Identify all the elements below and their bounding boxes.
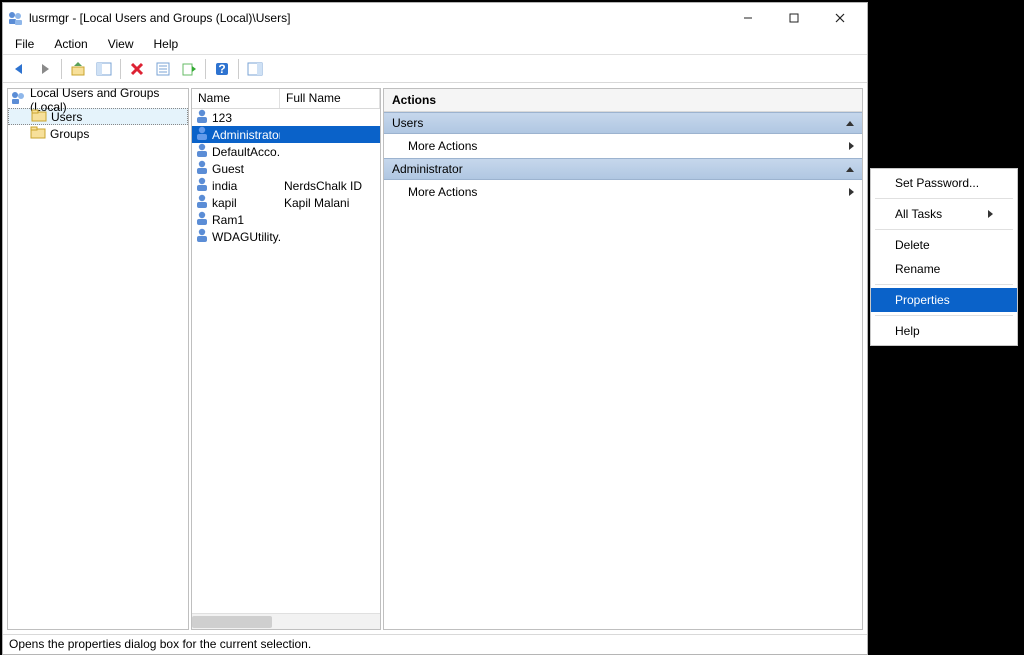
actions-section-administrator[interactable]: Administrator — [384, 158, 862, 180]
ctx-set-password-label: Set Password... — [895, 176, 979, 190]
tree-users-label: Users — [51, 110, 82, 124]
ctx-delete[interactable]: Delete — [871, 233, 1017, 257]
list-row[interactable]: Administrator — [192, 126, 380, 143]
main-window: lusrmgr - [Local Users and Groups (Local… — [2, 2, 868, 655]
collapse-icon — [846, 121, 854, 126]
toolbar-separator — [238, 59, 239, 79]
tree-pane: Local Users and Groups (Local) Users Gro… — [7, 88, 189, 630]
list-pane: Name Full Name 123 Administrator DefaultAc… — [191, 88, 381, 630]
more-actions-label: More Actions — [408, 139, 477, 153]
tree-root[interactable]: Local Users and Groups (Local) — [8, 91, 188, 108]
menubar: File Action View Help — [3, 33, 867, 55]
status-text: Opens the properties dialog box for the … — [9, 637, 311, 651]
user-name-label: Administrator — [212, 128, 280, 142]
titlebar: lusrmgr - [Local Users and Groups (Local… — [3, 3, 867, 33]
ctx-properties-label: Properties — [895, 293, 950, 307]
submenu-icon — [988, 210, 993, 218]
column-header-fullname[interactable]: Full Name — [280, 89, 380, 108]
export-list-button[interactable] — [177, 58, 201, 80]
submenu-icon — [849, 142, 854, 150]
ctx-rename[interactable]: Rename — [871, 257, 1017, 281]
context-menu-separator — [875, 284, 1013, 285]
user-icon — [194, 227, 210, 246]
context-menu-separator — [875, 229, 1013, 230]
submenu-icon — [849, 188, 854, 196]
context-menu-separator — [875, 315, 1013, 316]
menu-view[interactable]: View — [98, 35, 144, 53]
toolbar-separator — [120, 59, 121, 79]
ctx-properties[interactable]: Properties — [871, 288, 1017, 312]
close-button[interactable] — [817, 3, 863, 33]
user-name-label: india — [212, 179, 237, 193]
folder-icon — [30, 124, 46, 143]
actions-more-actions-admin[interactable]: More Actions — [384, 180, 862, 204]
properties-button-icon[interactable] — [151, 58, 175, 80]
cell-fullname: Kapil Malani — [280, 196, 380, 210]
cell-fullname: NerdsChalk ID — [280, 179, 380, 193]
actions-pane: Actions Users More Actions Administrator… — [383, 88, 863, 630]
delete-button-icon[interactable] — [125, 58, 149, 80]
column-header-name[interactable]: Name — [192, 89, 280, 108]
more-actions-label: More Actions — [408, 185, 477, 199]
minimize-button[interactable] — [725, 3, 771, 33]
menu-help[interactable]: Help — [144, 35, 189, 53]
user-name-label: DefaultAcco... — [212, 145, 280, 159]
ctx-help-label: Help — [895, 324, 920, 338]
toolbar-separator — [61, 59, 62, 79]
actions-more-actions-users[interactable]: More Actions — [384, 134, 862, 158]
cell-name: WDAGUtility... — [192, 227, 280, 246]
user-name-label: Ram1 — [212, 213, 244, 227]
ctx-all-tasks[interactable]: All Tasks — [871, 202, 1017, 226]
window-title: lusrmgr - [Local Users and Groups (Local… — [29, 11, 725, 25]
user-name-label: Guest — [212, 162, 244, 176]
list-row[interactable]: kapil Kapil Malani — [192, 194, 380, 211]
collapse-icon — [846, 167, 854, 172]
ctx-help[interactable]: Help — [871, 319, 1017, 343]
list-row[interactable]: india NerdsChalk ID — [192, 177, 380, 194]
list-row[interactable]: Guest — [192, 160, 380, 177]
list-row[interactable]: WDAGUtility... — [192, 228, 380, 245]
show-hide-tree-button[interactable] — [92, 58, 116, 80]
svg-text:?: ? — [218, 62, 225, 76]
actions-section-admin-label: Administrator — [392, 162, 463, 176]
actions-pane-title: Actions — [384, 89, 862, 112]
user-name-label: kapil — [212, 196, 237, 210]
toolbar-separator — [205, 59, 206, 79]
tree-node-groups[interactable]: Groups — [8, 125, 188, 142]
client-area: Local Users and Groups (Local) Users Gro… — [3, 83, 867, 634]
help-button-icon[interactable]: ? — [210, 58, 234, 80]
menu-file[interactable]: File — [5, 35, 44, 53]
ctx-set-password[interactable]: Set Password... — [871, 171, 1017, 195]
show-hide-action-pane-button[interactable] — [243, 58, 267, 80]
tree-groups-label: Groups — [50, 127, 89, 141]
horizontal-scrollbar[interactable] — [192, 613, 380, 629]
actions-section-users-label: Users — [392, 116, 423, 130]
scrollbar-thumb[interactable] — [192, 616, 272, 628]
list-row[interactable]: Ram1 — [192, 211, 380, 228]
list-row[interactable]: DefaultAcco... — [192, 143, 380, 160]
menu-action[interactable]: Action — [44, 35, 97, 53]
user-name-label: WDAGUtility... — [212, 230, 280, 244]
forward-button[interactable] — [33, 58, 57, 80]
back-button[interactable] — [7, 58, 31, 80]
ctx-delete-label: Delete — [895, 238, 930, 252]
ctx-all-tasks-label: All Tasks — [895, 207, 942, 221]
up-one-level-button[interactable] — [66, 58, 90, 80]
actions-section-users[interactable]: Users — [384, 112, 862, 134]
list-body: 123AdministratorDefaultAcco...Guestindia… — [192, 109, 380, 613]
context-menu-separator — [875, 198, 1013, 199]
maximize-button[interactable] — [771, 3, 817, 33]
app-icon — [7, 10, 23, 26]
context-menu: Set Password... All Tasks Delete Rename … — [870, 168, 1018, 346]
toolbar: ? — [3, 55, 867, 83]
user-icon — [194, 125, 210, 144]
status-bar: Opens the properties dialog box for the … — [3, 634, 867, 654]
list-header: Name Full Name — [192, 89, 380, 109]
users-groups-icon — [10, 90, 26, 109]
user-name-label: 123 — [212, 111, 232, 125]
list-row[interactable]: 123 — [192, 109, 380, 126]
ctx-rename-label: Rename — [895, 262, 940, 276]
